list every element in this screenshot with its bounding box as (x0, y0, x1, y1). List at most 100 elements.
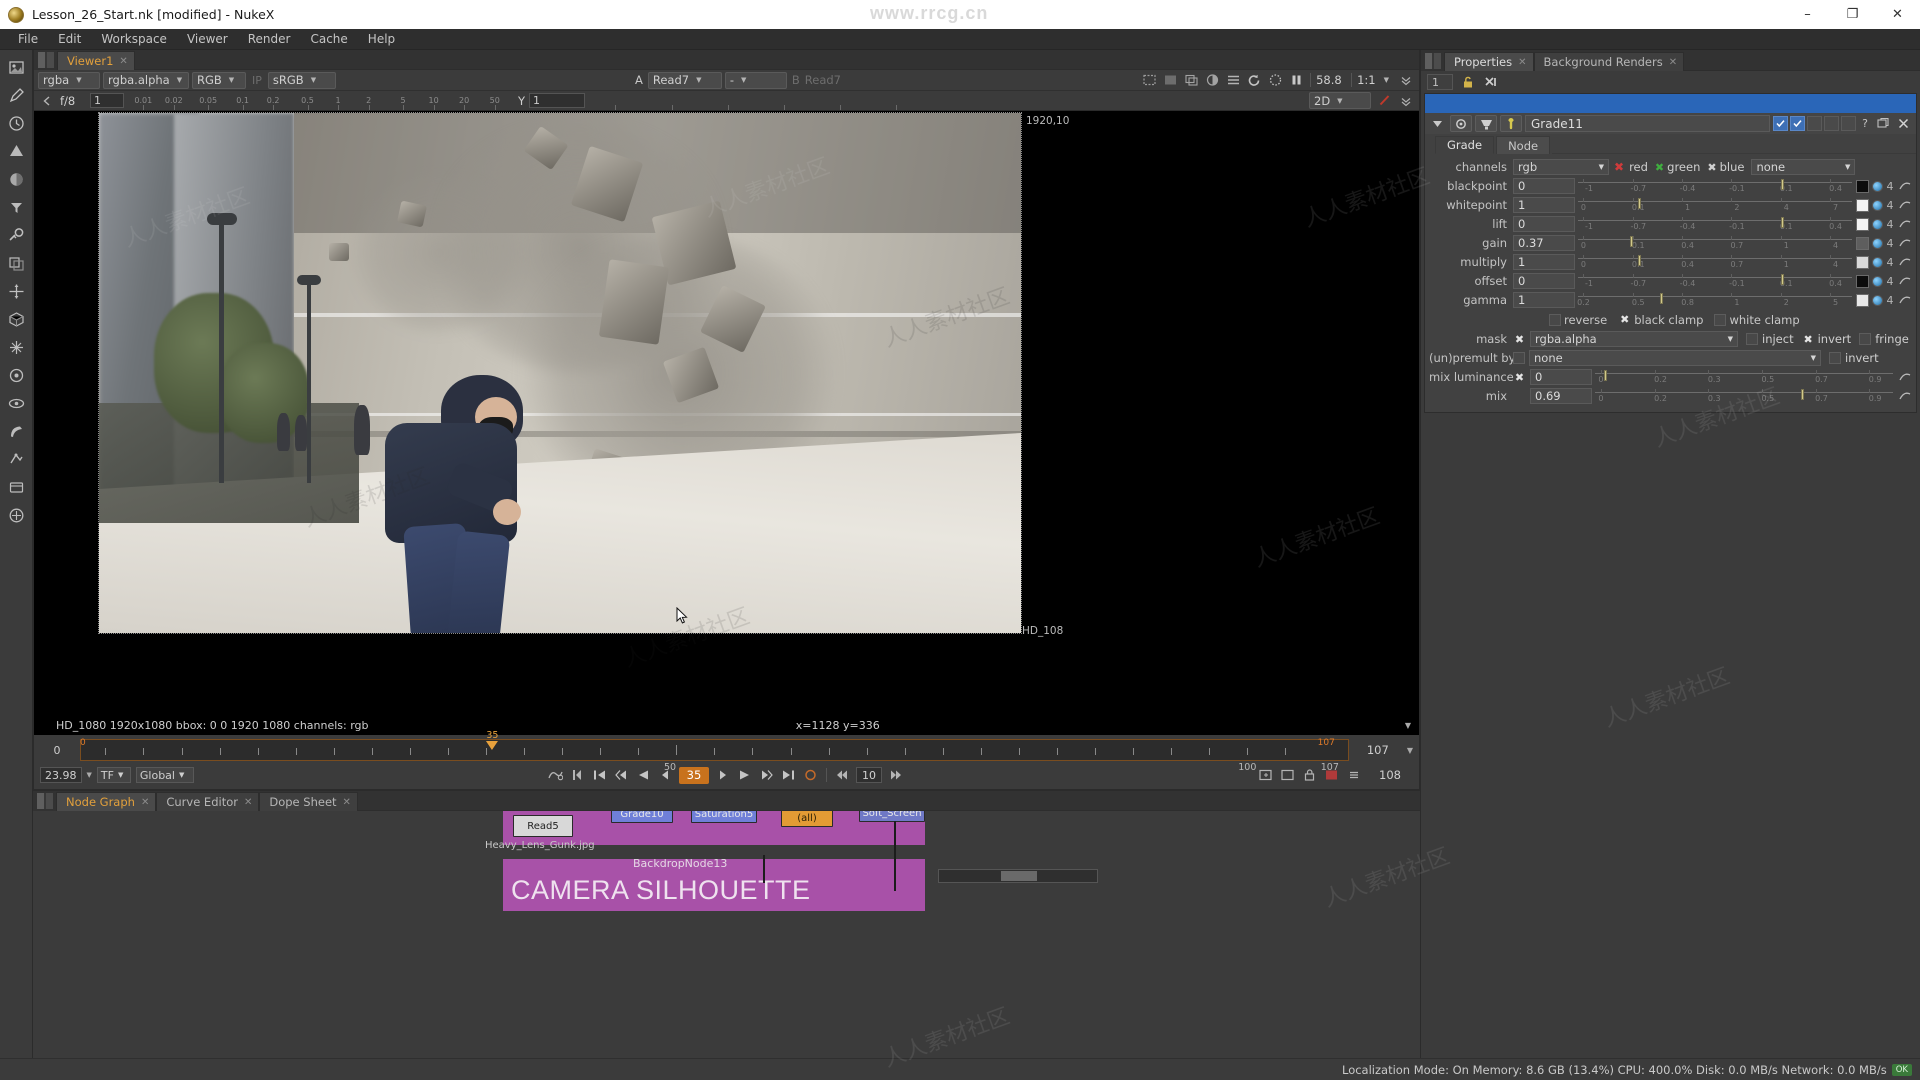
lift-color-swatch[interactable] (1856, 217, 1869, 231)
filter-nodes-icon[interactable] (4, 194, 29, 221)
node-grade10[interactable]: Grade10 (611, 811, 673, 823)
blackpoint-color-swatch[interactable] (1856, 179, 1869, 193)
gain-animation-icon[interactable] (1897, 236, 1912, 250)
pause-refresh-icon[interactable] (1266, 72, 1284, 89)
chevron-down-icon[interactable]: ▼ (1384, 76, 1389, 84)
node-option-checkbox-5[interactable] (1841, 116, 1856, 131)
offset-field[interactable]: 0 (1513, 273, 1575, 289)
menu-lines-icon[interactable] (1224, 72, 1242, 89)
reverse-checkbox[interactable] (1549, 313, 1561, 326)
collapse-arrow-icon[interactable] (1429, 116, 1447, 132)
mask-checkbox[interactable]: ✖ (1513, 333, 1526, 346)
channel-blue-check-icon[interactable]: ✖ (1707, 161, 1716, 174)
tab-viewer1[interactable]: Viewer1 ✕ (57, 51, 135, 70)
close-button[interactable]: ✕ (1875, 0, 1920, 29)
layer-select[interactable]: rgba.alpha ▼ (103, 71, 189, 89)
tab-node-graph[interactable]: Node Graph ✕ (56, 792, 157, 811)
wipe-pen-icon[interactable] (1375, 92, 1393, 109)
channels-extra-select[interactable]: none ▼ (1751, 159, 1856, 175)
wipe-icon[interactable] (1203, 72, 1221, 89)
transform-nodes-icon[interactable] (4, 278, 29, 305)
refresh-icon[interactable] (1245, 72, 1263, 89)
black-clamp-option[interactable]: ✖ black clamp (1618, 313, 1703, 327)
mask-invert-checkbox[interactable]: ✖ (1802, 333, 1815, 346)
metadata-nodes-icon[interactable] (4, 418, 29, 445)
multiply-field[interactable]: 1 (1513, 254, 1575, 270)
first-frame-icon[interactable] (591, 767, 608, 784)
node-enable-checkbox-2[interactable] (1790, 116, 1805, 131)
play-backward-icon[interactable] (635, 767, 652, 784)
gamma-ruler[interactable] (589, 92, 919, 110)
mix-luminance-slider[interactable]: 0 0.2 0.3 0.5 0.7 0.9 (1595, 369, 1893, 385)
offset-animation-icon[interactable] (1897, 274, 1912, 288)
keyer-nodes-icon[interactable] (4, 222, 29, 249)
menu-item-render[interactable]: Render (238, 29, 301, 50)
multiply-color-swatch[interactable] (1856, 255, 1869, 269)
proxy-mode-icon[interactable] (1161, 72, 1179, 89)
node-saturation5[interactable]: Saturation5 (691, 811, 757, 823)
blackpoint-field[interactable]: 0 (1513, 178, 1575, 194)
gamma-field[interactable]: 1 (1513, 292, 1575, 308)
help-icon[interactable]: ? (1858, 117, 1872, 130)
menu-item-help[interactable]: Help (358, 29, 405, 50)
gain-field[interactable]: 1 (529, 93, 586, 108)
channel-green-label[interactable]: green (1667, 160, 1700, 174)
node-settings-button[interactable] (1500, 115, 1522, 132)
lift-field[interactable]: 0 (1513, 216, 1575, 232)
float-panel-icon[interactable] (1874, 115, 1892, 132)
menu-item-edit[interactable]: Edit (48, 29, 91, 50)
nodegraph-hscrollbar[interactable] (938, 869, 1098, 883)
mix-luminance-field[interactable]: 0 (1530, 369, 1592, 385)
channels-clear-icon[interactable]: ✖ (1614, 161, 1624, 173)
channel-red-label[interactable]: red (1629, 160, 1648, 174)
viewer-canvas[interactable]: 1920,10 HD_108 (34, 111, 1419, 715)
tab-node-graph-close-icon[interactable]: ✕ (141, 797, 149, 808)
range-mode-select[interactable]: Global ▼ (135, 767, 194, 783)
multiply-channel-count[interactable]: 4 (1883, 256, 1897, 269)
gain-color-swatch[interactable] (1856, 236, 1869, 250)
current-frame-field[interactable]: 35 (678, 766, 709, 784)
record-icon[interactable] (802, 767, 819, 784)
mix-luminance-animation-icon[interactable] (1897, 370, 1912, 384)
nodegraph-scroll-thumb[interactable] (1001, 871, 1037, 881)
sub-tab-grade[interactable]: Grade (1435, 136, 1495, 154)
input-ab-operation-select[interactable]: - ▼ (724, 71, 787, 89)
set-in-point-icon[interactable] (569, 767, 586, 784)
offset-color-wheel-icon[interactable] (1872, 275, 1883, 287)
lift-color-wheel-icon[interactable] (1872, 218, 1883, 230)
fps-field[interactable]: 23.98 (40, 767, 82, 783)
3d-nodes-icon[interactable] (4, 306, 29, 333)
mask-channel-select[interactable]: rgba.alpha ▼ (1530, 331, 1738, 347)
timeline-start-value[interactable]: 0 (40, 744, 74, 757)
whitepoint-color-wheel-icon[interactable] (1872, 199, 1883, 211)
black-clamp-checkbox[interactable]: ✖ (1618, 313, 1631, 326)
other-nodes-icon[interactable] (4, 474, 29, 501)
panel-grip-icon[interactable] (37, 793, 53, 809)
chevron-down-icon[interactable]: ▼ (87, 771, 92, 779)
ip-toggle-label[interactable]: IP (249, 74, 265, 87)
gain-slider[interactable]: 0 0.1 0.4 0.7 1 4 (1578, 235, 1852, 251)
whitepoint-field[interactable]: 1 (1513, 197, 1575, 213)
pause-icon[interactable] (1287, 72, 1305, 89)
menu-item-workspace[interactable]: Workspace (91, 29, 177, 50)
lift-animation-icon[interactable] (1897, 217, 1912, 231)
blackpoint-channel-count[interactable]: 4 (1883, 180, 1897, 193)
tab-properties-close-icon[interactable]: ✕ (1518, 57, 1526, 68)
lift-channel-count[interactable]: 4 (1883, 218, 1897, 231)
multiply-animation-icon[interactable] (1897, 255, 1912, 269)
lock-range-icon[interactable] (1301, 767, 1318, 784)
prev-proxy-icon[interactable] (38, 92, 56, 109)
timecode-mode-select[interactable]: TF ▼ (96, 767, 131, 783)
channels-select[interactable]: rgba ▼ (38, 71, 100, 89)
chevron-down-icon[interactable]: ▼ (1407, 746, 1413, 755)
play-forward-icon[interactable] (736, 767, 753, 784)
whitepoint-animation-icon[interactable] (1897, 198, 1912, 212)
tab-dope-sheet-close-icon[interactable]: ✕ (343, 797, 351, 808)
whitepoint-channel-count[interactable]: 4 (1883, 199, 1897, 212)
node-all-switch[interactable]: (all) (781, 811, 833, 827)
whitepoint-color-swatch[interactable] (1856, 198, 1869, 212)
gain-channel-count[interactable]: 4 (1883, 237, 1897, 250)
deep-nodes-icon[interactable] (4, 362, 29, 389)
node-enable-checkbox-1[interactable] (1773, 116, 1788, 131)
menu-item-cache[interactable]: Cache (300, 29, 357, 50)
